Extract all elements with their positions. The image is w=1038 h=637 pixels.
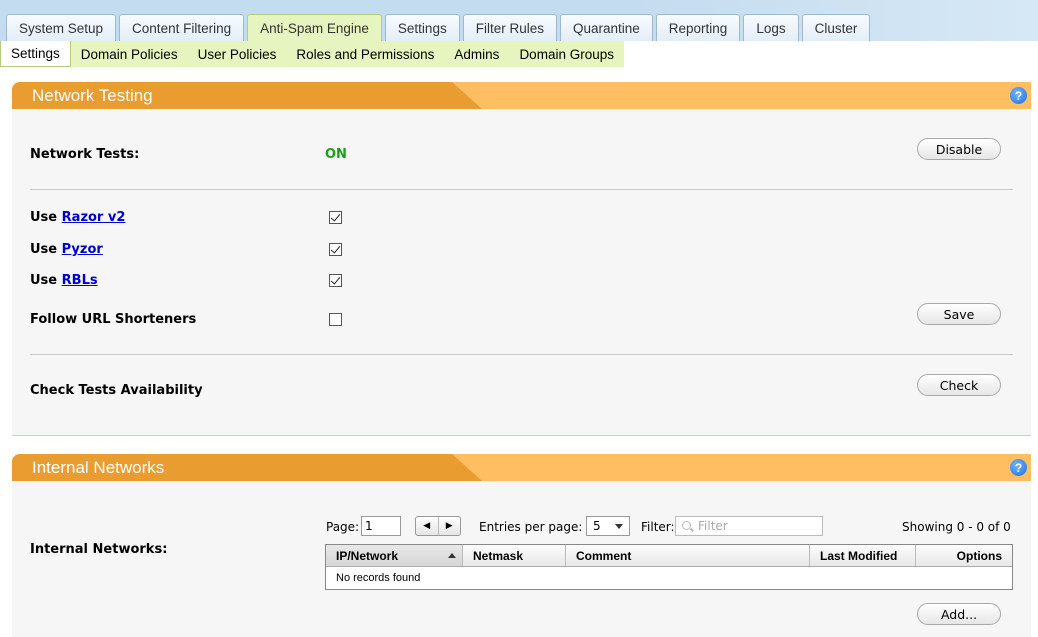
- rbls-link[interactable]: RBLs: [62, 273, 98, 288]
- filter-label: Filter:: [641, 520, 675, 534]
- save-button[interactable]: Save: [917, 303, 1001, 325]
- column-label: Options: [956, 548, 1002, 563]
- subnav-user-policies[interactable]: User Policies: [187, 41, 287, 67]
- top-bar: System Setup Content Filtering Anti-Spam…: [0, 0, 1038, 42]
- tab-reporting[interactable]: Reporting: [655, 14, 741, 41]
- razor-checkbox[interactable]: [329, 211, 342, 224]
- use-prefix: Use: [30, 242, 58, 257]
- razor-link[interactable]: Razor v2: [62, 210, 126, 225]
- entries-per-page-label: Entries per page:: [479, 520, 583, 534]
- tab-content-filtering[interactable]: Content Filtering: [119, 14, 245, 41]
- tab-quarantine[interactable]: Quarantine: [559, 14, 653, 41]
- internal-networks-panel: Internal Networks ? Internal Networks: P…: [12, 454, 1031, 637]
- internal-networks-header: Internal Networks ?: [12, 454, 1031, 481]
- pyzor-checkbox[interactable]: [329, 243, 342, 256]
- network-tests-label: Network Tests:: [30, 147, 140, 162]
- pyzor-label: Use Pyzor: [30, 242, 103, 257]
- panel-title: Internal Networks: [32, 458, 165, 477]
- divider: [30, 189, 1013, 190]
- internal-networks-label: Internal Networks:: [30, 542, 168, 557]
- internal-networks-grid: IP/Network Netmask Comment Last Modified…: [325, 544, 1013, 590]
- divider: [30, 354, 1013, 355]
- empty-row: No records found: [336, 572, 421, 584]
- network-tests-status: ON: [325, 147, 347, 162]
- tab-anti-spam-engine[interactable]: Anti-Spam Engine: [247, 14, 382, 42]
- follow-url-label: Follow URL Shorteners: [30, 312, 197, 327]
- subnav-domain-groups[interactable]: Domain Groups: [509, 41, 624, 67]
- help-icon[interactable]: ?: [1010, 87, 1027, 104]
- column-label: Netmask: [473, 548, 524, 563]
- sort-asc-icon: [448, 553, 456, 558]
- sub-nav: Settings Domain Policies User Policies R…: [0, 41, 624, 67]
- use-prefix: Use: [30, 210, 58, 225]
- prev-page-icon[interactable]: ◀: [416, 517, 439, 535]
- showing-count: Showing 0 - 0 of 0: [902, 520, 1011, 534]
- check-tests-label: Check Tests Availability: [30, 383, 203, 398]
- column-netmask[interactable]: Netmask: [463, 545, 566, 566]
- disable-button[interactable]: Disable: [917, 138, 1001, 160]
- add-button[interactable]: Add...: [917, 603, 1001, 625]
- network-testing-header: Network Testing ?: [12, 82, 1031, 109]
- subnav-settings[interactable]: Settings: [0, 41, 71, 67]
- grid-header: IP/Network Netmask Comment Last Modified…: [326, 545, 1012, 567]
- column-options: Options: [916, 545, 1012, 566]
- tab-system-setup[interactable]: System Setup: [6, 14, 117, 41]
- help-icon[interactable]: ?: [1010, 459, 1027, 476]
- tab-filter-rules[interactable]: Filter Rules: [462, 14, 557, 41]
- subnav-domain-policies[interactable]: Domain Policies: [70, 41, 188, 67]
- tab-cluster[interactable]: Cluster: [801, 14, 871, 41]
- filter-input[interactable]: Filter: [675, 516, 823, 536]
- main-tabs: System Setup Content Filtering Anti-Spam…: [6, 14, 871, 42]
- entries-value: 5: [593, 519, 601, 533]
- search-icon: [682, 521, 691, 530]
- network-testing-panel: Network Testing ? Network Tests: ON Disa…: [12, 82, 1031, 436]
- chevron-down-icon: [615, 524, 623, 529]
- tab-settings[interactable]: Settings: [384, 14, 460, 41]
- column-label: Last Modified: [820, 548, 898, 563]
- panel-title: Network Testing: [32, 86, 153, 105]
- page-label: Page:: [326, 520, 360, 534]
- rbls-checkbox[interactable]: [329, 274, 342, 287]
- subnav-admins[interactable]: Admins: [444, 41, 510, 67]
- column-comment[interactable]: Comment: [566, 545, 810, 566]
- subnav-roles-and-permissions[interactable]: Roles and Permissions: [286, 41, 445, 67]
- check-button[interactable]: Check: [917, 374, 1001, 396]
- column-last-modified[interactable]: Last Modified: [810, 545, 916, 566]
- razor-label: Use Razor v2: [30, 210, 125, 225]
- tab-logs[interactable]: Logs: [743, 14, 799, 41]
- use-prefix: Use: [30, 273, 58, 288]
- page-input[interactable]: 1: [361, 516, 401, 536]
- follow-url-checkbox[interactable]: [329, 313, 342, 326]
- entries-per-page-select[interactable]: 5: [586, 516, 630, 536]
- next-page-icon[interactable]: ▶: [439, 517, 461, 535]
- pyzor-link[interactable]: Pyzor: [62, 242, 103, 257]
- column-label: Comment: [576, 548, 632, 563]
- pager: ◀ ▶: [415, 516, 461, 536]
- column-ip-network[interactable]: IP/Network: [326, 545, 463, 566]
- column-label: IP/Network: [336, 548, 399, 563]
- filter-placeholder: Filter: [698, 519, 728, 533]
- rbls-label: Use RBLs: [30, 273, 98, 288]
